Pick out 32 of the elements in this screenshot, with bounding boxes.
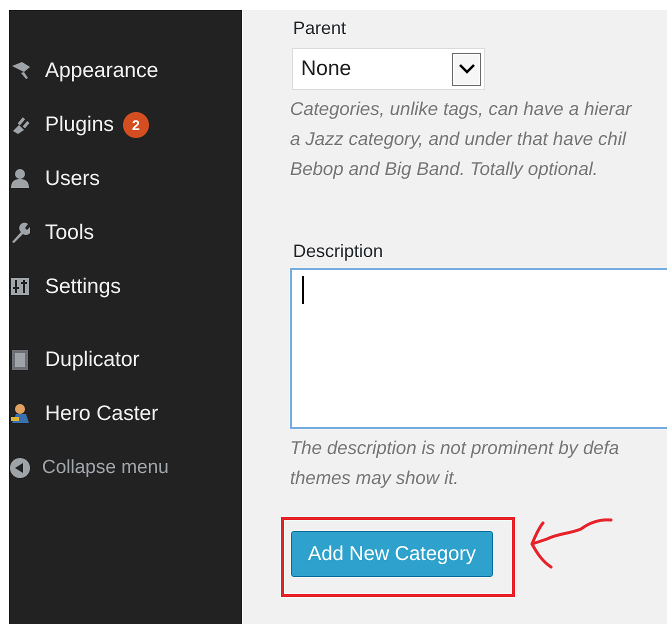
document-icon: [10, 349, 30, 371]
menu-label: Settings: [45, 275, 121, 299]
field-label: Parent: [293, 18, 348, 39]
menu-label: Hero Caster: [45, 402, 158, 426]
wrench-icon: [10, 222, 30, 244]
description-field[interactable]: [290, 268, 667, 429]
figure-icon: [10, 403, 30, 425]
hint-text: Categories, unlike tags, can have a hierar: [290, 97, 633, 121]
menu-label: Collapse menu: [42, 457, 169, 479]
sidebar-item[interactable]: Tools: [9, 206, 242, 260]
text-cursor: [302, 276, 304, 304]
sidebar-item[interactable]: Settings: [9, 260, 242, 314]
user-icon: [10, 168, 30, 190]
sidebar-item[interactable]: Duplicator: [9, 333, 242, 387]
menu-label: Appearance: [45, 59, 158, 83]
hint-text: Bebop and Big Band. Totally optional.: [290, 157, 599, 181]
menu-label: Tools: [45, 221, 94, 245]
sidebar-item[interactable]: Appearance: [9, 44, 242, 98]
sidebar-item[interactable]: Plugins 2: [9, 98, 242, 152]
brush-icon: [10, 60, 30, 82]
hint-text: The description is not prominent by defa: [290, 436, 620, 460]
count-badge: 2: [122, 112, 149, 138]
sidebar-item[interactable]: Users: [9, 152, 242, 206]
field-label: Description: [293, 241, 384, 262]
sidebar-item[interactable]: Hero Caster: [9, 387, 242, 441]
collapse-menu-button[interactable]: Collapse menu: [9, 441, 242, 495]
parent-dropdown[interactable]: None: [292, 48, 485, 90]
hint-text: themes may show it.: [290, 466, 460, 490]
menu-label: Users: [45, 167, 100, 191]
menu-label: Duplicator: [45, 348, 140, 372]
menu-label: Plugins: [45, 113, 114, 137]
hint-text: a Jazz category, and under that have chil: [290, 127, 628, 151]
